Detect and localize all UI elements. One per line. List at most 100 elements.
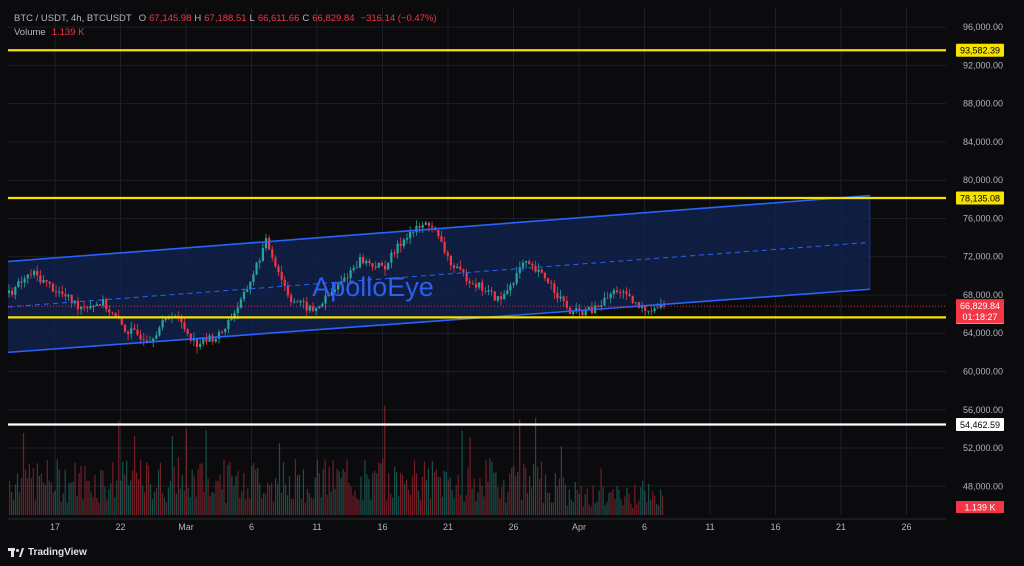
time-axis-tick: Apr — [572, 522, 586, 532]
candle — [374, 266, 377, 268]
volume-bar — [265, 493, 267, 515]
volume-bar — [86, 480, 88, 515]
volume-bar — [203, 492, 205, 515]
volume-bar — [189, 497, 191, 515]
volume-bar — [358, 499, 360, 515]
price-axis-tick: 72,000.00 — [963, 252, 1003, 262]
volume-bar — [604, 504, 606, 515]
volume-bar — [58, 469, 60, 515]
candle — [409, 232, 412, 239]
volume-bar — [128, 485, 130, 515]
candle — [221, 331, 224, 333]
volume-bar — [211, 492, 213, 515]
volume-row: Volume 1.139 K — [14, 26, 437, 40]
volume-bar — [447, 480, 449, 515]
candle — [296, 301, 299, 303]
volume-bar — [20, 477, 23, 515]
candle — [449, 255, 452, 266]
volume-bar — [640, 487, 642, 515]
candle — [490, 290, 493, 292]
candle — [506, 290, 509, 294]
volume-bar — [459, 495, 461, 515]
volume-bar — [546, 492, 549, 515]
volume-bar — [30, 478, 32, 515]
candle — [390, 252, 393, 263]
volume-bar — [66, 502, 68, 515]
volume-bar — [259, 483, 261, 515]
volume-bar — [187, 487, 189, 515]
candle — [631, 295, 634, 303]
candle — [302, 300, 305, 302]
volume-bar — [616, 485, 618, 515]
volume-bar — [467, 467, 469, 515]
volume-bar — [22, 432, 25, 515]
price-chart[interactable]: ApolloEye 96,000.00 92,000.00 88,000.00 84,0… — [0, 0, 1024, 566]
volume-bar — [96, 498, 98, 515]
volume-label[interactable]: Volume — [14, 26, 46, 40]
candle — [186, 329, 189, 334]
volume-bar — [425, 480, 427, 515]
volume-bar — [354, 490, 356, 515]
candle — [208, 335, 211, 342]
volume-bar — [505, 502, 507, 515]
volume-bar — [556, 486, 558, 515]
volume-bar — [531, 487, 533, 515]
symbol-label[interactable]: BTC / USDT, 4h, BTCUSDT — [14, 12, 132, 26]
ohlc-row: BTC / USDT, 4h, BTCUSDT O 67,145.98 H 67,1… — [14, 12, 437, 26]
time-axis-tick: 16 — [377, 522, 387, 532]
volume-bar — [443, 471, 445, 515]
candle — [142, 339, 145, 341]
candle — [597, 305, 600, 307]
candle — [521, 262, 525, 268]
volume-bar — [16, 473, 19, 515]
candle — [152, 338, 155, 342]
volume-bar — [558, 478, 560, 515]
candle — [236, 307, 239, 313]
volume-bar — [183, 490, 185, 515]
volume-bar — [100, 469, 102, 515]
volume-bar — [74, 462, 76, 515]
volume-bar — [257, 467, 259, 515]
volume-bar — [394, 466, 396, 515]
volume-bar — [465, 495, 467, 515]
volume-bar — [658, 505, 660, 515]
volume-bar — [151, 499, 154, 515]
chart-window: ApolloEye 96,000.00 92,000.00 88,000.00 84,0… — [0, 0, 1024, 566]
volume-bar — [110, 483, 112, 515]
candle — [402, 239, 405, 247]
volume-bar — [237, 471, 239, 515]
volume-bar — [62, 493, 64, 515]
volume-bar — [245, 499, 247, 515]
candle — [268, 238, 271, 250]
candle — [493, 291, 496, 301]
time-axis-tick: Mar — [178, 522, 194, 532]
tradingview-brand[interactable]: TradingView — [8, 547, 87, 558]
volume-bar — [485, 459, 487, 515]
candle — [525, 261, 528, 263]
volume-bar — [509, 473, 511, 515]
price-axis-tick: 60,000.00 — [963, 367, 1003, 377]
brand-name: TradingView — [28, 547, 87, 558]
volume-bar — [602, 487, 604, 515]
candle — [653, 308, 656, 312]
volume-bar — [457, 475, 459, 515]
candle — [543, 272, 546, 279]
volume-bar — [144, 492, 146, 515]
volume-bar — [106, 499, 108, 515]
candle — [415, 226, 418, 232]
volume-bar — [191, 469, 193, 515]
volume-bar — [149, 484, 152, 515]
candle — [456, 266, 459, 269]
candle — [452, 265, 456, 269]
volume-bar — [132, 470, 134, 515]
time-axis-tick: 11 — [705, 522, 714, 532]
candle — [111, 312, 114, 314]
volume-bar — [32, 468, 34, 515]
candle — [227, 320, 230, 329]
volume-bar — [576, 490, 578, 515]
volume-bar — [280, 492, 283, 515]
candle — [311, 306, 315, 311]
candle — [387, 262, 390, 270]
volume-bar — [382, 458, 384, 515]
volume-bar — [406, 479, 408, 515]
